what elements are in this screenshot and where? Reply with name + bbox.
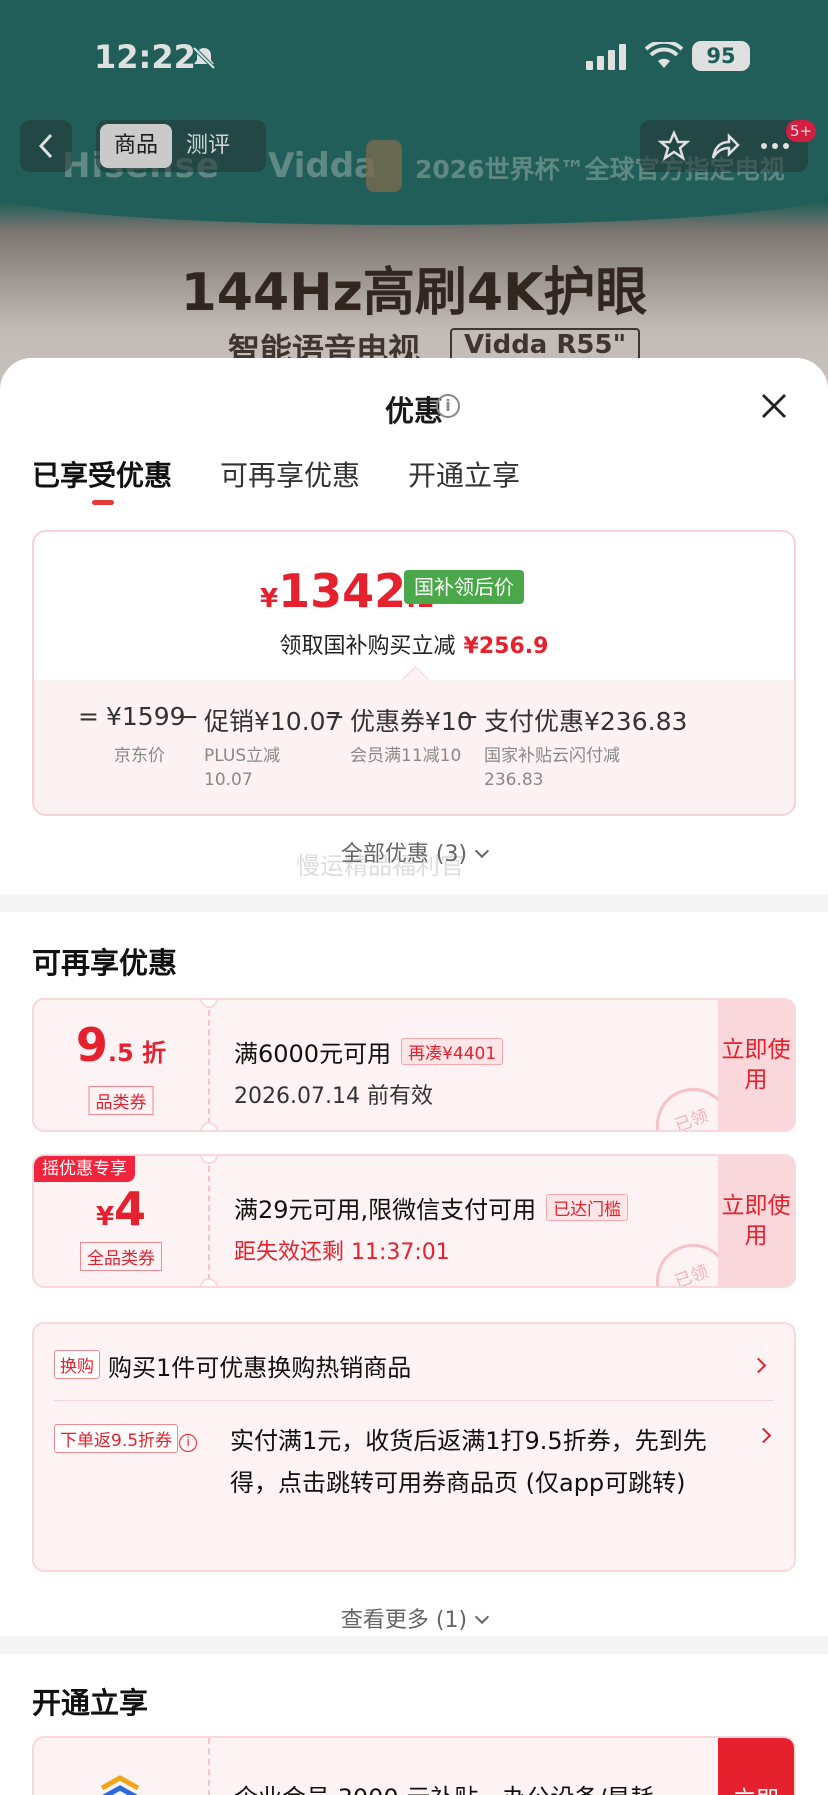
- coupon-value-big: 9: [75, 1018, 108, 1072]
- coupon-currency: ¥: [95, 1202, 115, 1232]
- section-title-more: 可再享优惠: [32, 946, 178, 980]
- view-more-toggle[interactable]: 查看更多 (1): [0, 1602, 828, 1634]
- subsidy-description: 领取国补购买立减 ¥256.9: [34, 628, 794, 660]
- vip-card: 企业会员 3000 元补贴，办公设备/易耗 立即: [32, 1736, 796, 1795]
- subsidy-price-tag: 国补领后价: [404, 570, 524, 604]
- calc-promo: 促销¥10.07: [204, 707, 342, 736]
- coupon-type-tag: 全品类券: [80, 1242, 162, 1271]
- coupon-chip: 已达门槛: [546, 1194, 629, 1221]
- info-icon[interactable]: i: [436, 394, 460, 418]
- coupon-value: 9.5 折: [34, 1018, 208, 1072]
- chevron-down-icon: [475, 843, 490, 859]
- vip-offer-text: 企业会员 3000 元补贴，办公设备/易耗: [234, 1778, 654, 1795]
- tab-applied[interactable]: 已享受优惠: [32, 454, 172, 505]
- calc-op: =: [78, 702, 99, 731]
- coupon-value: ¥4: [34, 1182, 208, 1236]
- price-summary-card: ¥1342.1 国补领后价 领取国补购买立减¥256.9 = ¥1599 京东价…: [32, 530, 796, 816]
- return-coupon-tag: 下单返9.5折券: [54, 1424, 179, 1453]
- exchange-row[interactable]: 换购 购买1件可优惠换购热销商品: [54, 1348, 774, 1384]
- section-title-open: 开通立享: [32, 1686, 149, 1720]
- discount-tabs: 已享受优惠 可再享优惠 开通立享: [32, 454, 520, 505]
- calc-original-sub: 京东价: [114, 746, 165, 766]
- coupon-notch: [200, 1156, 218, 1164]
- coupon-divider: [208, 1738, 210, 1795]
- coupon-notch: [200, 1122, 218, 1130]
- enterprise-member-icon: [100, 1775, 140, 1795]
- coupon-notch: [200, 1278, 218, 1286]
- coupon-card: 9.5 折 品类券 满6000元可用 再凑¥4401 2026.07.14 前有效…: [32, 998, 796, 1132]
- price-integer: 1342: [278, 564, 407, 618]
- coupon-condition: 满29元可用,限微信支付可用 已达门槛: [234, 1190, 629, 1225]
- chevron-right-icon: [750, 1357, 767, 1374]
- product-page-background: Hisense Vidda 2026世界杯™全球官方指定电视 144Hz高刷4K…: [0, 0, 828, 420]
- exchange-tag: 换购: [54, 1350, 100, 1379]
- coupon-chip: 再凑¥4401: [401, 1038, 504, 1065]
- discount-sheet: 优惠 i 已享受优惠 可再享优惠 开通立享 ¥1342.1 国补领后价 领取国补…: [0, 358, 828, 1795]
- calc-coupon-sub: 会员满11减10: [350, 746, 462, 766]
- exchange-card: 换购 购买1件可优惠换购热销商品 下单返9.5折券 i 实付满1元，收货后返满1打…: [32, 1322, 796, 1572]
- final-price-area: ¥1342.1 国补领后价 领取国补购买立减¥256.9: [34, 532, 794, 680]
- calc-payment: 支付优惠¥236.83: [484, 707, 688, 736]
- coupon-condition-text: 满29元可用,限微信支付可用: [234, 1196, 537, 1224]
- info-icon[interactable]: i: [179, 1434, 198, 1452]
- price-breakdown: = ¥1599 京东价 − 促销¥10.07 PLUS立减 10.07 − 优惠…: [34, 680, 794, 814]
- coupon-type-tag: 品类券: [88, 1086, 154, 1115]
- overlay-dim[interactable]: [0, 0, 828, 420]
- coupon-card: 摇优惠专享 ¥4 全品类券 满29元可用,限微信支付可用 已达门槛 距失效还剩 1…: [32, 1154, 796, 1288]
- use-now-button[interactable]: 立即使用: [718, 1000, 794, 1130]
- tab-open-enjoy[interactable]: 开通立享: [408, 454, 520, 504]
- tab-more-discount[interactable]: 可再享优惠: [220, 454, 360, 504]
- calc-promo-sub: PLUS立减 10.07: [204, 746, 281, 790]
- calc-coupon: 优惠券¥10: [350, 707, 473, 736]
- open-now-button[interactable]: 立即: [718, 1738, 794, 1795]
- subsidy-text: 领取国补购买立减: [279, 634, 456, 659]
- all-discounts-label: 全部优惠 (3): [340, 842, 468, 867]
- exchange-text: 购买1件可优惠换购热销商品: [108, 1354, 412, 1382]
- return-coupon-tag-wrap: 下单返9.5折券 i: [54, 1424, 234, 1454]
- subsidy-amount: ¥256.9: [463, 634, 549, 659]
- coupon-divider: [208, 1156, 210, 1286]
- return-coupon-text[interactable]: 实付满1元，收货后返满1打9.5折券，先到先得，点击跳转可用券商品页 (仅app…: [230, 1420, 730, 1504]
- divider: [54, 1400, 774, 1401]
- calc-op: −: [458, 702, 479, 731]
- all-discounts-toggle[interactable]: 全部优惠 (3): [0, 836, 828, 868]
- coupon-condition: 满6000元可用 再凑¥4401: [234, 1034, 504, 1069]
- open-enjoy-section: 开通立享 企业会员 3000 元补贴，办公设备/易耗 立即: [0, 1654, 828, 1795]
- sheet-title: 优惠: [384, 394, 443, 428]
- coupon-countdown: 距失效还剩 11:37:01: [234, 1240, 450, 1265]
- currency-symbol: ¥: [260, 584, 279, 614]
- calc-original-price: ¥1599: [106, 702, 186, 731]
- close-icon[interactable]: [760, 392, 788, 420]
- view-more-label: 查看更多 (1): [340, 1608, 468, 1633]
- calc-op: −: [324, 702, 345, 731]
- chevron-right-icon: [755, 1427, 772, 1444]
- coupon-divider: [208, 1000, 210, 1130]
- use-now-button[interactable]: 立即使用: [718, 1156, 794, 1286]
- applied-discount-section: 优惠 i 已享受优惠 可再享优惠 开通立享 ¥1342.1 国补领后价 领取国补…: [0, 358, 828, 894]
- chevron-down-icon: [475, 1609, 490, 1625]
- calc-op: −: [178, 702, 199, 731]
- shake-exclusive-tag: 摇优惠专享: [34, 1156, 135, 1182]
- coupon-value-big: 4: [114, 1182, 147, 1236]
- coupon-validity: 2026.07.14 前有效: [234, 1084, 433, 1109]
- coupon-value-small: .5 折: [107, 1039, 167, 1067]
- coupon-condition-text: 满6000元可用: [234, 1040, 392, 1068]
- calc-payment-sub: 国家补贴云闪付减 236.83: [484, 746, 620, 790]
- coupon-notch: [200, 1000, 218, 1008]
- more-discount-section: 可再享优惠 9.5 折 品类券 满6000元可用 再凑¥4401 2026.07.…: [0, 912, 828, 1636]
